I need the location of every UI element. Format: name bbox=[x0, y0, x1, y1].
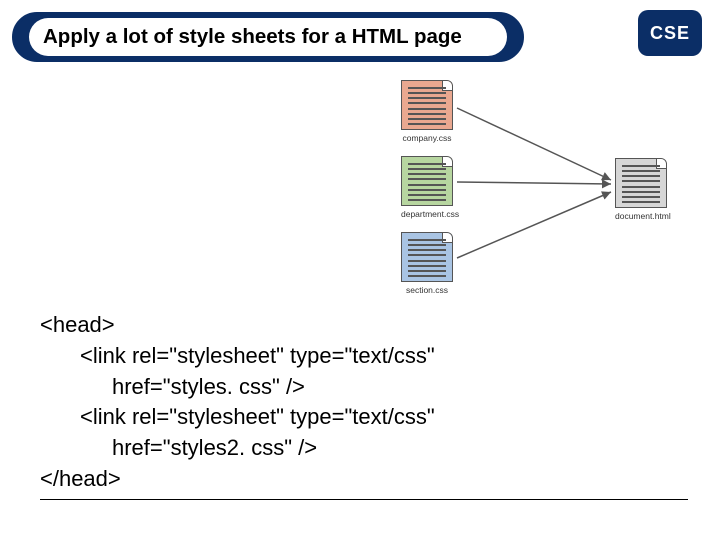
file-department-css: department.css bbox=[401, 156, 453, 220]
badge-cse: CSE bbox=[638, 10, 702, 56]
document-icon bbox=[401, 156, 453, 206]
document-icon bbox=[401, 232, 453, 282]
stylesheet-diagram: company.css department.css section.css d… bbox=[355, 80, 690, 300]
code-line: href="styles. css" /> bbox=[40, 372, 435, 403]
file-section-css: section.css bbox=[401, 232, 453, 296]
file-label: department.css bbox=[401, 209, 453, 219]
file-company-css: company.css bbox=[401, 80, 453, 144]
code-line: <link rel="stylesheet" type="text/css" bbox=[40, 402, 435, 433]
code-line: <link rel="stylesheet" type="text/css" bbox=[40, 341, 435, 372]
code-line: <head> bbox=[40, 312, 115, 337]
file-label: document.html bbox=[615, 211, 667, 221]
code-line: href="styles2. css" /> bbox=[40, 433, 435, 464]
document-icon bbox=[401, 80, 453, 130]
document-icon bbox=[615, 158, 667, 208]
code-snippet: <head> <link rel="stylesheet" type="text… bbox=[40, 310, 435, 495]
file-label: section.css bbox=[401, 285, 453, 295]
title-bar: Apply a lot of style sheets for a HTML p… bbox=[12, 12, 524, 62]
divider bbox=[40, 499, 688, 500]
file-document-html: document.html bbox=[615, 158, 667, 222]
file-label: company.css bbox=[401, 133, 453, 143]
code-line: </head> bbox=[40, 466, 121, 491]
slide-title: Apply a lot of style sheets for a HTML p… bbox=[29, 18, 507, 56]
